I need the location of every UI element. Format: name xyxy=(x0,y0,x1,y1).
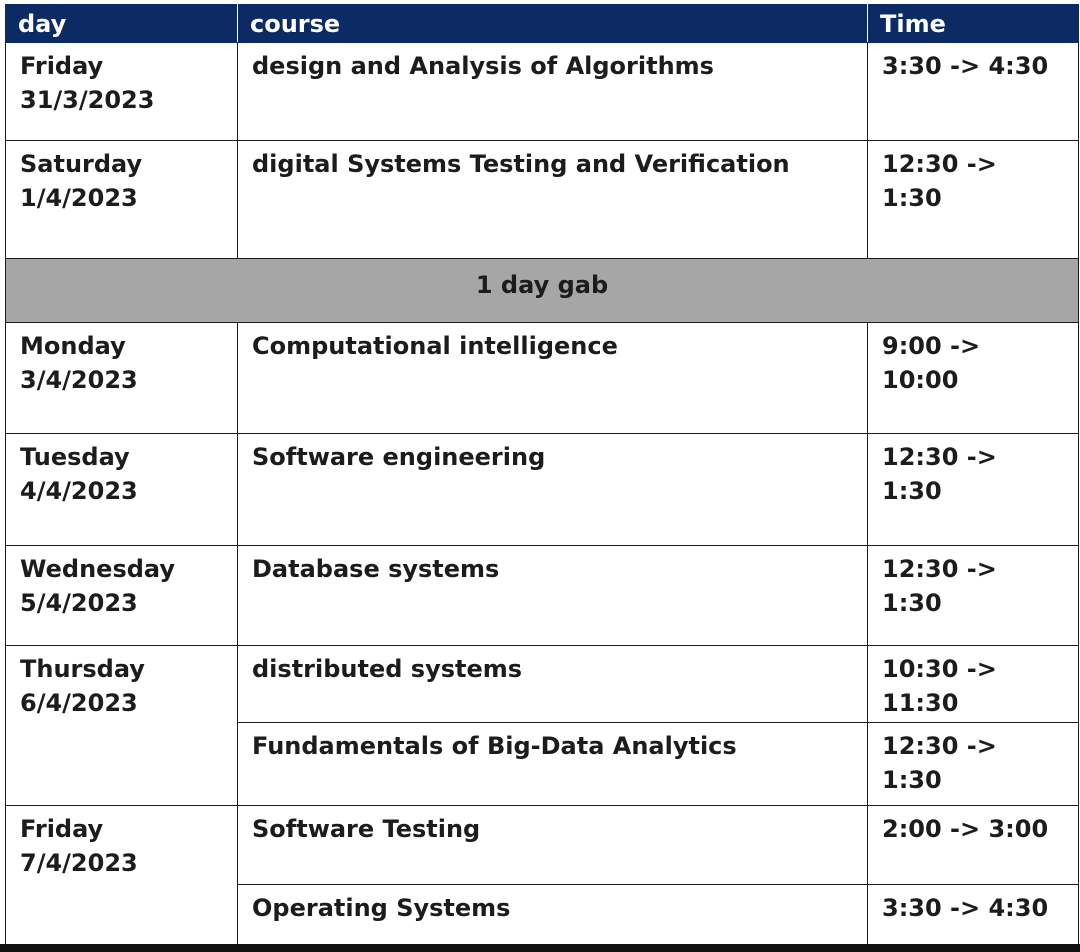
day-name: Thursday xyxy=(20,655,145,683)
day-cell: Wednesday 5/4/2023 xyxy=(5,545,238,646)
day-cell: Friday 7/4/2023 xyxy=(5,805,238,945)
time-cell: 3:30 -> 4:30 xyxy=(867,42,1079,141)
day-name: Monday xyxy=(20,332,126,360)
day-date: 4/4/2023 xyxy=(20,477,138,505)
time-cell: 12:30 -> 1:30 xyxy=(867,545,1079,646)
schedule-table: day course Time Friday 31/3/2023 design … xyxy=(5,4,1079,945)
day-cell: Saturday 1/4/2023 xyxy=(5,140,238,259)
header-row: day course Time xyxy=(5,4,1079,43)
time-cell: 9:00 -> 10:00 xyxy=(867,322,1079,434)
gap-label: 1 day gab xyxy=(5,258,1079,323)
day-date: 1/4/2023 xyxy=(20,184,138,212)
course-cell: Fundamentals of Big-Data Analytics xyxy=(237,722,868,806)
day-name: Wednesday xyxy=(20,555,176,583)
day-date: 5/4/2023 xyxy=(20,589,138,617)
course-cell: distributed systems xyxy=(237,645,868,723)
course-cell: Software engineering xyxy=(237,433,868,546)
day-cell: Monday 3/4/2023 xyxy=(5,322,238,434)
course-cell: Software Testing xyxy=(237,805,868,885)
course-cell: Operating Systems xyxy=(237,884,868,945)
table-row: Friday 31/3/2023 design and Analysis of … xyxy=(5,42,1079,141)
exam-schedule: day course Time Friday 31/3/2023 design … xyxy=(5,4,1079,945)
gap-row: 1 day gab xyxy=(5,258,1079,323)
table-row: Tuesday 4/4/2023 Software engineering 12… xyxy=(5,433,1079,546)
day-date: 3/4/2023 xyxy=(20,366,138,394)
header-course: course xyxy=(237,4,868,43)
time-cell: 2:00 -> 3:00 xyxy=(867,805,1079,885)
day-cell: Tuesday 4/4/2023 xyxy=(5,433,238,546)
table-row: Thursday 6/4/2023 distributed systems 10… xyxy=(5,645,1079,806)
day-name: Friday xyxy=(20,52,104,80)
day-cell: Thursday 6/4/2023 xyxy=(5,645,238,806)
table-row: Wednesday 5/4/2023 Database systems 12:3… xyxy=(5,545,1079,646)
day-cell: Friday 31/3/2023 xyxy=(5,42,238,141)
day-date: 6/4/2023 xyxy=(20,689,138,717)
time-cell: 12:30 -> 1:30 xyxy=(867,433,1079,546)
table-row: Saturday 1/4/2023 digital Systems Testin… xyxy=(5,140,1079,259)
course-cell: digital Systems Testing and Verification xyxy=(237,140,868,259)
time-cell: 10:30 -> 11:30 xyxy=(867,645,1079,723)
table-row: Friday 7/4/2023 Software Testing 2:00 ->… xyxy=(5,805,1079,945)
course-cell: Computational intelligence xyxy=(237,322,868,434)
header-time: Time xyxy=(867,4,1079,43)
day-date: 7/4/2023 xyxy=(20,849,138,877)
day-name: Friday xyxy=(20,815,104,843)
time-cell: 3:30 -> 4:30 xyxy=(867,884,1079,945)
time-cell: 12:30 -> 1:30 xyxy=(867,722,1079,806)
table-row: Monday 3/4/2023 Computational intelligen… xyxy=(5,322,1079,434)
time-cell: 12:30 -> 1:30 xyxy=(867,140,1079,259)
course-cell: design and Analysis of Algorithms xyxy=(237,42,868,141)
header-day: day xyxy=(5,4,238,43)
bottom-border xyxy=(0,944,1080,952)
day-name: Tuesday xyxy=(20,443,130,471)
day-date: 31/3/2023 xyxy=(20,86,155,114)
course-cell: Database systems xyxy=(237,545,868,646)
day-name: Saturday xyxy=(20,150,143,178)
